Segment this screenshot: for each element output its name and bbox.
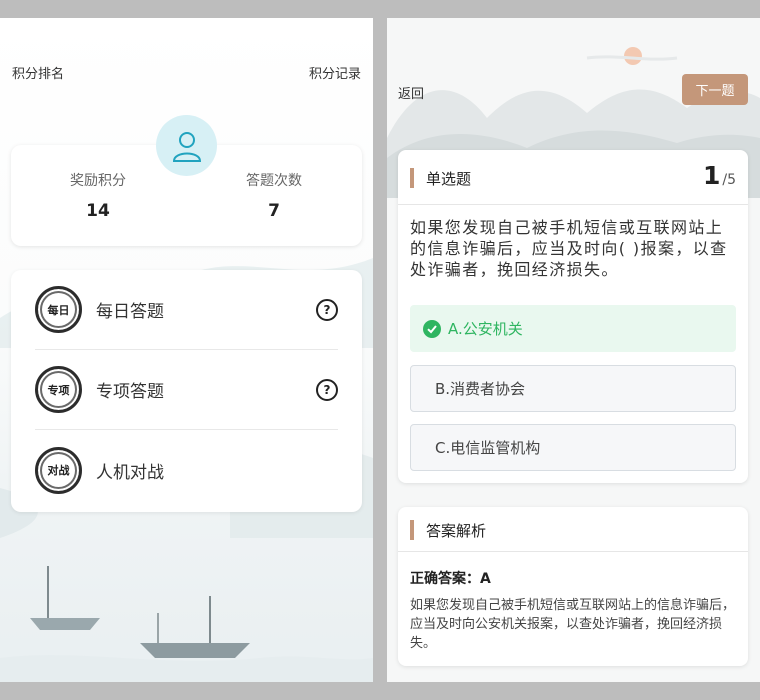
points-ranking-link[interactable]: 积分排名 <box>12 63 64 82</box>
option-label: C.电信监管机构 <box>435 439 541 457</box>
points-label: 奖励积分 <box>70 173 126 189</box>
total-questions: /5 <box>722 172 736 188</box>
user-icon <box>172 131 201 162</box>
analysis-header: 答案解析 <box>398 507 748 552</box>
quiz-menu: 每日 每日答题 ? 专项 专项答题 ? 对战 人机对战 <box>11 270 362 512</box>
menu-item-special-quiz[interactable]: 专项 专项答题 ? <box>35 350 338 430</box>
points-record-link[interactable]: 积分记录 <box>309 63 361 82</box>
accent-bar <box>410 520 414 540</box>
correct-answer: 正确答案：A <box>410 571 491 587</box>
menu-item-daily-quiz[interactable]: 每日 每日答题 ? <box>35 270 338 350</box>
answer-analysis-card: 答案解析 正确答案：A 如果您发现自己被手机短信或互联网站上的信息诈骗后，应当及… <box>398 507 748 666</box>
battle-seal-icon: 对战 <box>35 446 82 494</box>
menu-item-label: 人机对战 <box>96 462 164 483</box>
option-b[interactable]: B.消费者协会 <box>410 365 736 412</box>
answer-count-label: 答题次数 <box>246 173 302 189</box>
home-screen: 积分排名 积分记录 奖励积分 14 答题次数 7 每日 每日答题 ? 专项 专项… <box>0 18 373 682</box>
menu-item-battle[interactable]: 对战 人机对战 <box>35 430 338 510</box>
avatar[interactable] <box>156 115 217 176</box>
question-text: 如果您发现自己被手机短信或互联网站上的信息诈骗后，应当及时向( )报案，以查处诈… <box>410 218 728 279</box>
daily-seal-icon: 每日 <box>35 286 82 333</box>
quiz-screen: 返回 下一题 单选题 1/5 如果您发现自己被手机短信或互联网站上的信息诈骗后，… <box>387 18 760 682</box>
option-label: B.消费者协会 <box>435 380 526 398</box>
answer-count-value: 7 <box>268 201 280 221</box>
next-question-button[interactable]: 下一题 <box>682 74 748 105</box>
points-value: 14 <box>86 201 110 221</box>
menu-item-label: 每日答题 <box>96 302 164 322</box>
answer-explanation: 如果您发现自己被手机短信或互联网站上的信息诈骗后，应当及时向公安机关报案，以查处… <box>410 598 736 651</box>
current-question-number: 1 <box>702 161 721 190</box>
help-circle-icon[interactable]: ? <box>316 378 338 401</box>
option-a[interactable]: A.公安机关 <box>410 305 736 352</box>
question-type: 单选题 <box>426 170 472 188</box>
question-card: 单选题 1/5 如果您发现自己被手机短信或互联网站上的信息诈骗后，应当及时向( … <box>398 150 748 483</box>
points-stat: 奖励积分 14 <box>23 170 173 221</box>
back-link[interactable]: 返回 <box>398 83 424 102</box>
answer-count-stat: 答题次数 7 <box>199 170 349 221</box>
analysis-title: 答案解析 <box>426 522 487 540</box>
check-circle-icon <box>423 319 441 338</box>
special-seal-icon: 专项 <box>35 366 82 413</box>
option-c[interactable]: C.电信监管机构 <box>410 424 736 471</box>
menu-item-label: 专项答题 <box>96 382 164 402</box>
help-circle-icon[interactable]: ? <box>316 298 338 321</box>
accent-bar <box>410 168 414 188</box>
question-header: 单选题 1/5 <box>398 150 748 205</box>
question-progress: 1/5 <box>703 161 736 190</box>
option-label: A.公安机关 <box>448 320 523 338</box>
